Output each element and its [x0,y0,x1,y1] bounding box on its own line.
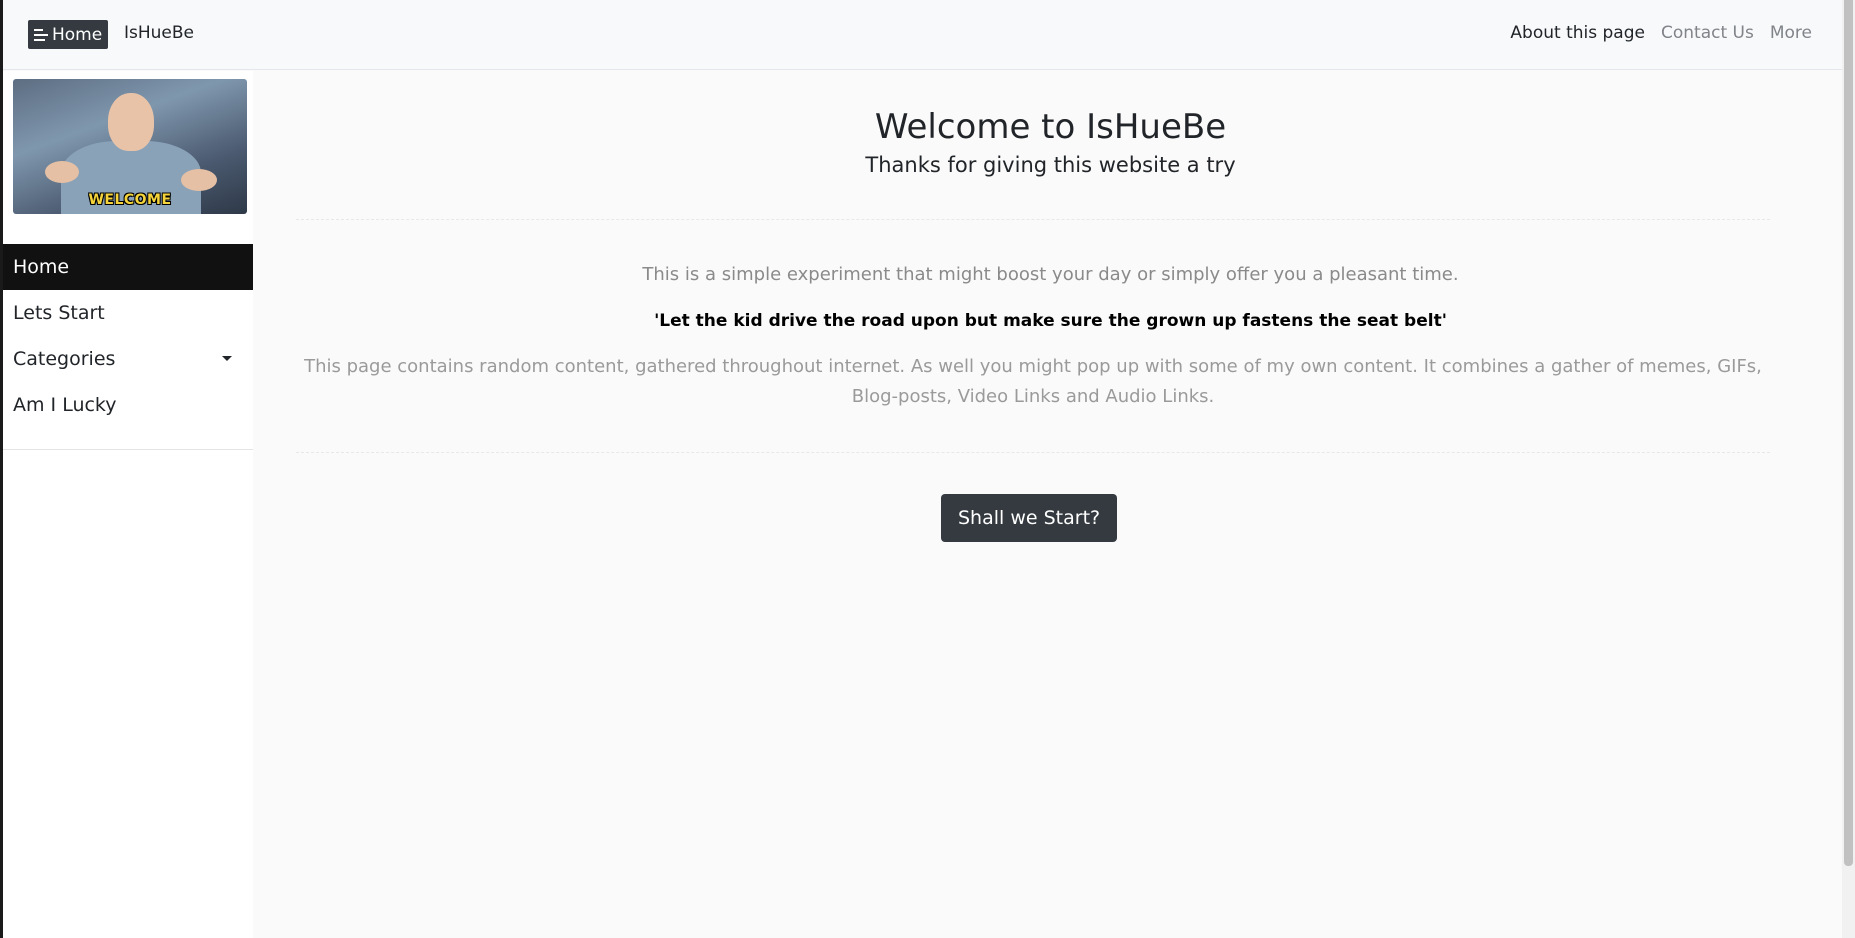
sidebar-item-categories[interactable]: Categories [3,336,253,382]
sidebar-item-lets-start[interactable]: Lets Start [3,290,253,336]
scrollbar-thumb[interactable] [1844,0,1853,866]
quote-text: 'Let the kid drive the road upon but mak… [654,311,1447,331]
sidebar: WELCOME Home Lets Start Categories Am I … [3,71,253,938]
divider-top [296,219,1770,220]
welcome-image-caption: WELCOME [88,192,172,208]
description-text: This page contains random content, gathe… [304,356,1762,407]
home-button-label: Home [52,24,103,45]
sidebar-item-am-i-lucky[interactable]: Am I Lucky [3,382,253,428]
top-navbar: Home IsHueBe About this page Contact Us … [3,0,1845,70]
sidebar-divider [3,449,253,450]
start-button[interactable]: Shall we Start? [941,494,1118,542]
sidebar-item-home[interactable]: Home [3,244,253,290]
sidebar-item-label: Categories [13,348,116,370]
page-title: Welcome to IsHueBe [874,107,1227,147]
nav-links: About this page Contact Us More [1510,23,1812,43]
page-subtitle: Thanks for giving this website a try [865,153,1236,177]
sidebar-item-label: Home [13,256,70,278]
nav-more-link[interactable]: More [1770,23,1812,43]
welcome-gif-image: WELCOME [13,79,247,214]
browser-viewport: Home IsHueBe About this page Contact Us … [0,0,1855,938]
main-content: Welcome to IsHueBe Thanks for giving thi… [256,71,1845,938]
sidebar-item-label: Lets Start [13,302,105,324]
divider-bottom [296,452,1770,453]
sidebar-menu: Home Lets Start Categories Am I Lucky [3,244,253,428]
vertical-scrollbar[interactable] [1842,0,1855,938]
home-menu-button[interactable]: Home [28,20,109,49]
nav-about-link[interactable]: About this page [1510,23,1645,43]
brand-link[interactable]: IsHueBe [124,23,194,43]
nav-contact-link[interactable]: Contact Us [1661,23,1754,43]
caret-down-icon [222,356,232,361]
menu-lines-icon [34,28,48,41]
intro-text: This is a simple experiment that might b… [642,264,1459,285]
sidebar-item-label: Am I Lucky [13,394,117,416]
